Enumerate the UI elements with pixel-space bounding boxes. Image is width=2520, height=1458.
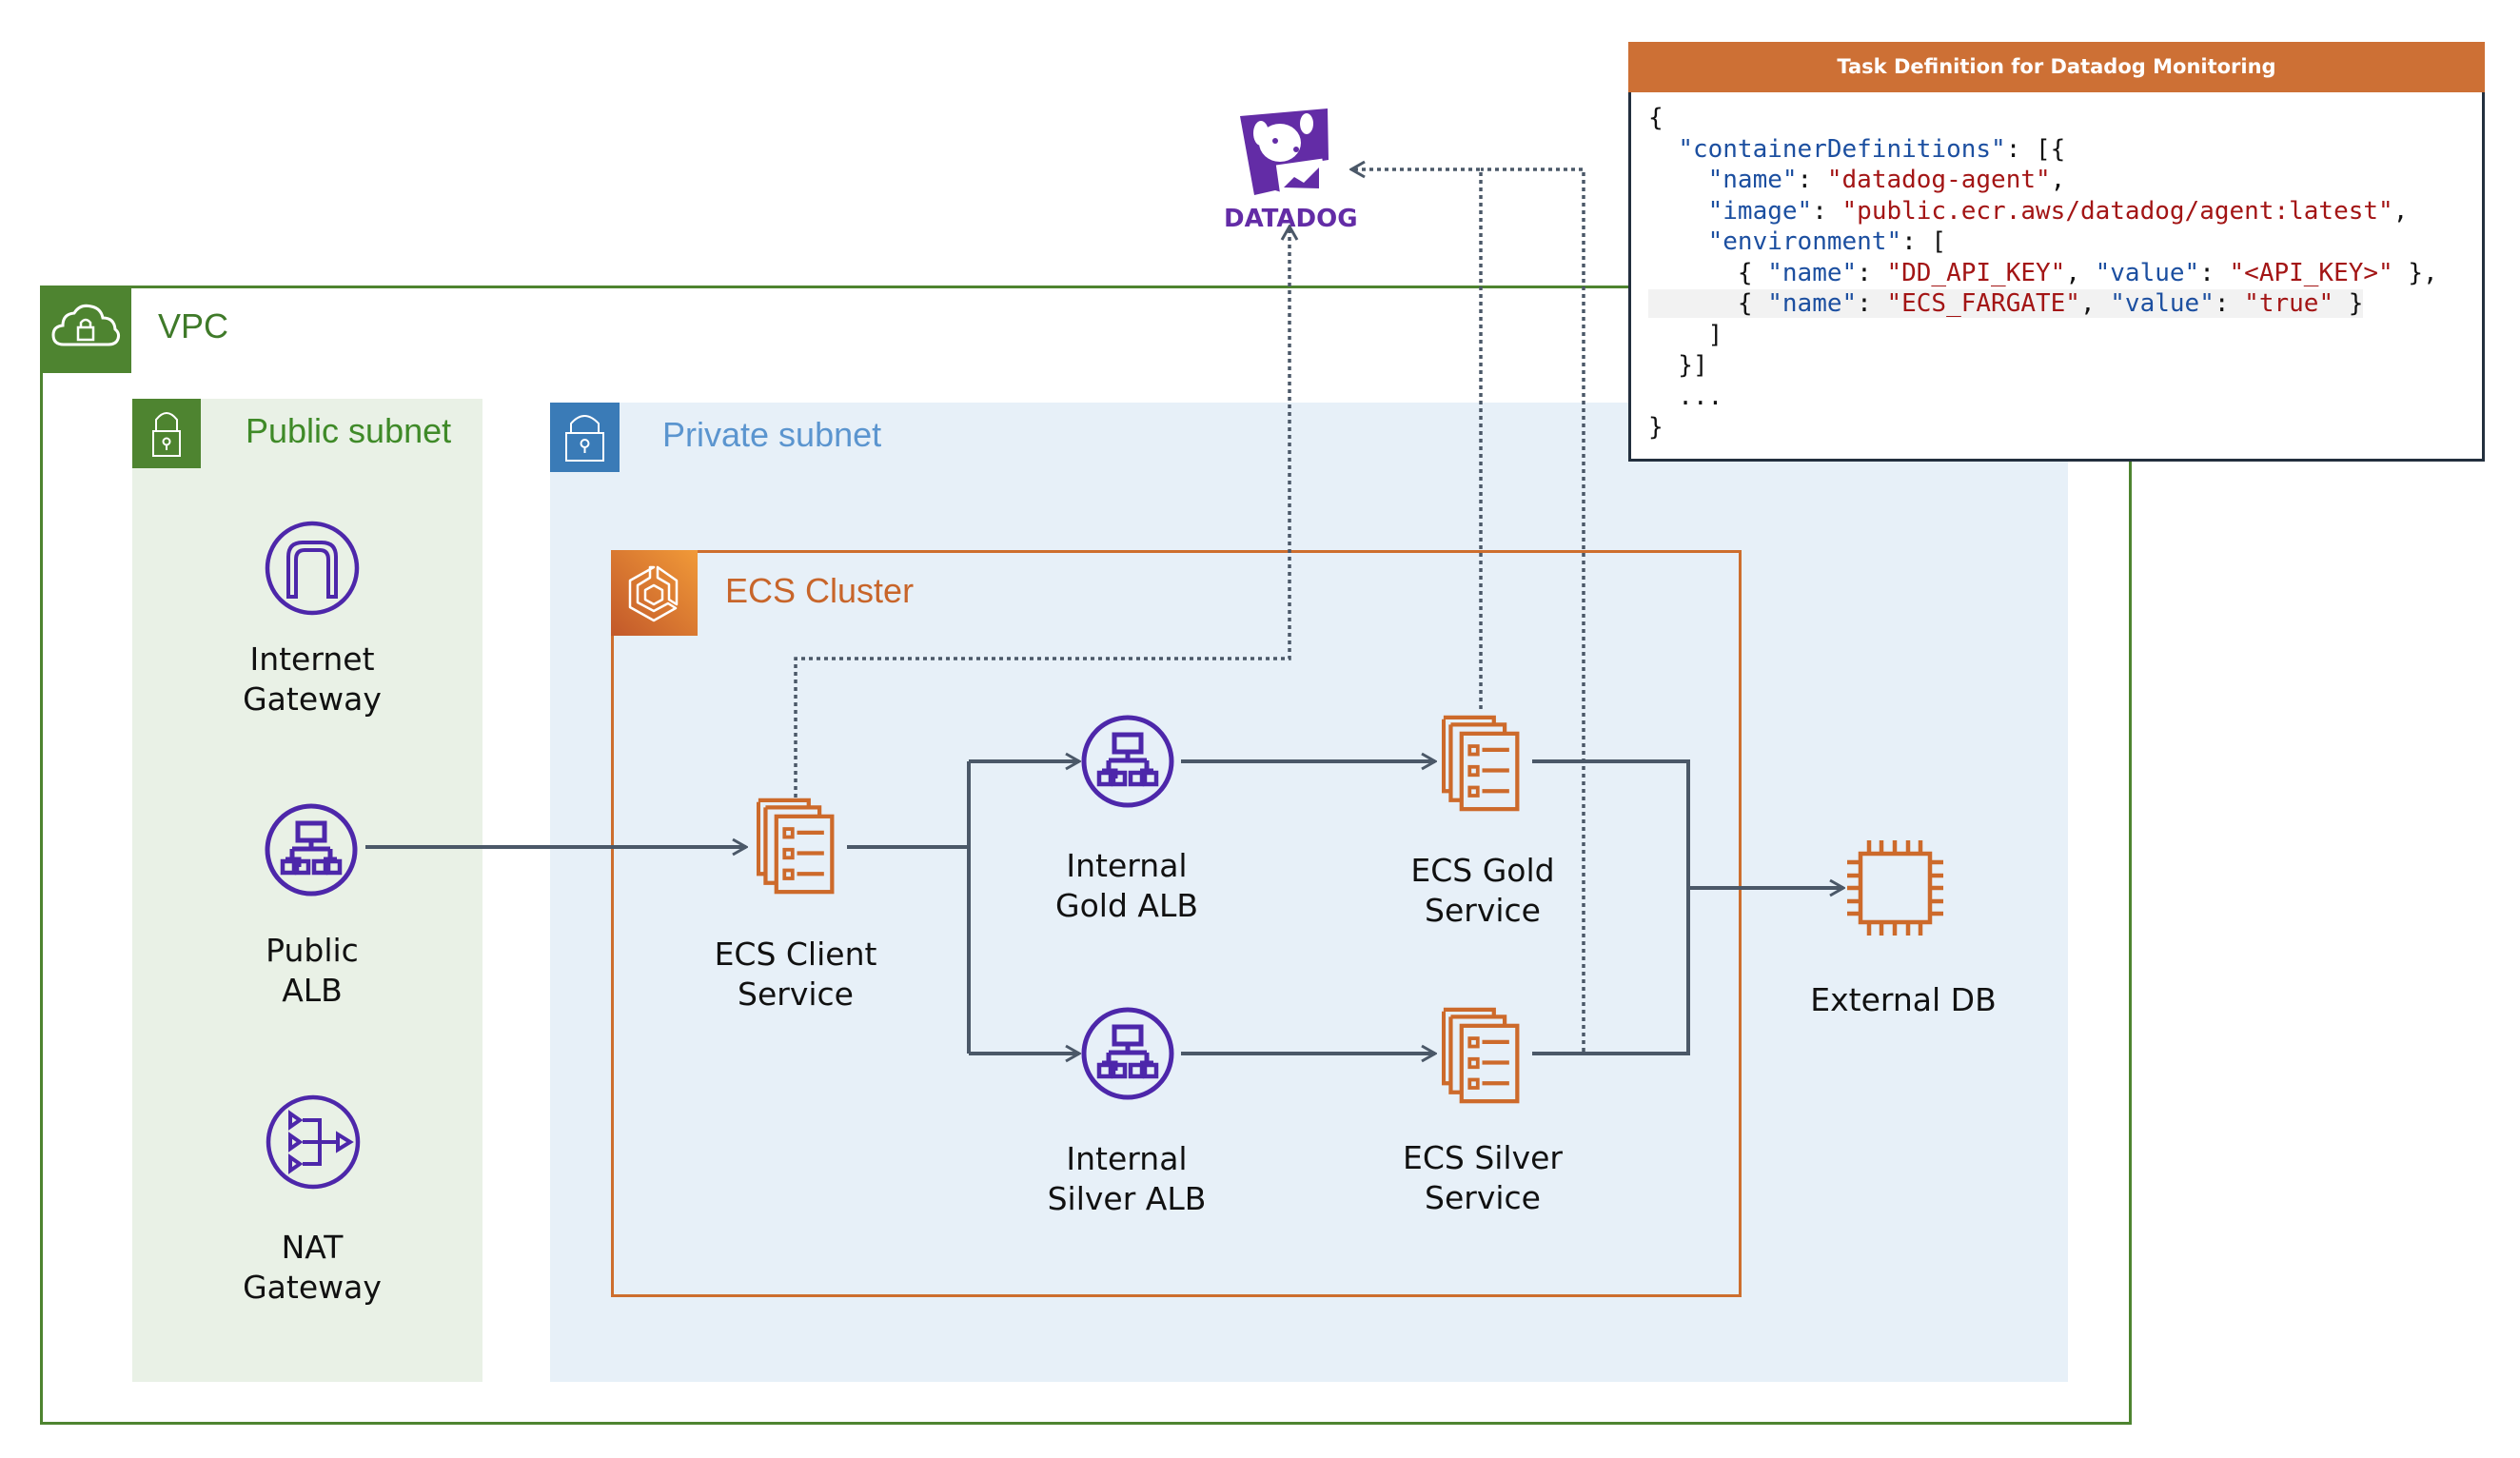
chip-icon (1847, 840, 1943, 936)
datadog-logo-icon (1240, 108, 1329, 199)
code-line: { (1648, 104, 1664, 132)
code-line: { "name": "ECS_FARGATE", "value": "true"… (1648, 289, 2364, 318)
internet-gateway-label: Internet Gateway (243, 640, 382, 718)
ecs-silver-service-label: ECS Silver Service (1402, 1139, 1563, 1216)
code-line: "environment": [ (1707, 227, 1947, 256)
code-line: ] (1648, 320, 1723, 349)
edge-client-to-datadog (794, 227, 1290, 798)
code-line: ... (1648, 382, 1723, 411)
public-alb-label: Public ALB (266, 932, 359, 1009)
code-line: } (1648, 413, 1664, 442)
nat-gateway-icon (266, 1094, 361, 1190)
nat-gateway-label: NAT Gateway (243, 1229, 382, 1306)
edge-gold-to-datadog (1351, 169, 1483, 709)
code-line: "containerDefinitions": [{ (1678, 134, 2066, 164)
ecs-gold-service-icon (1444, 718, 1517, 809)
task-definition-code: { "containerDefinitions": [{ "name": "da… (1648, 103, 2438, 443)
datadog-label: DATADOG (1224, 205, 1358, 233)
ecs-client-service-icon (758, 800, 832, 892)
public-alb-icon (267, 806, 355, 894)
ecs-silver-service-icon (1444, 1010, 1517, 1101)
code-line: { "name": "DD_API_KEY", "value": "<API_K… (1648, 258, 2438, 287)
external-db-label: External DB (1810, 981, 1997, 1018)
ecs-client-service-label: ECS Client Service (714, 936, 877, 1013)
code-line: "image": "public.ecr.aws/datadog/agent:l… (1707, 196, 2409, 226)
internal-silver-alb-label: Internal Silver ALB (1047, 1140, 1207, 1217)
code-line: "name": "datadog-agent", (1707, 166, 2066, 194)
internal-gold-alb-icon (1084, 718, 1171, 805)
code-line: }] (1648, 351, 1708, 380)
ecs-gold-service-label: ECS Gold Service (1410, 852, 1555, 929)
internal-gold-alb-label: Internal Gold ALB (1055, 847, 1198, 924)
internet-gateway-icon (265, 521, 360, 616)
internal-silver-alb-icon (1084, 1010, 1171, 1097)
task-definition-title: Task Definition for Datadog Monitoring (1628, 42, 2485, 92)
